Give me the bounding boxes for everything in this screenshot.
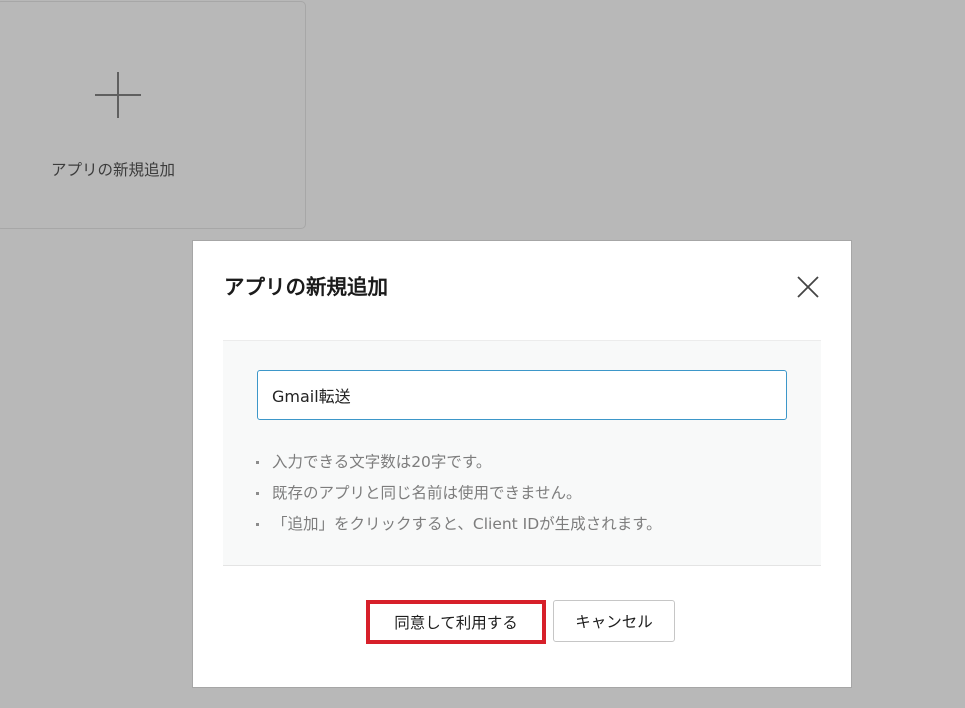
add-app-dialog: アプリの新規追加 入力できる文字数は20字です。 既存のアプリと同じ名前は使用で…: [192, 240, 852, 688]
note-item: 既存のアプリと同じ名前は使用できません。: [253, 481, 662, 512]
app-name-input[interactable]: [257, 370, 787, 420]
add-app-card-label: アプリの新規追加: [51, 161, 176, 179]
note-item: 入力できる文字数は20字です。: [253, 450, 662, 481]
notes-list: 入力できる文字数は20字です。 既存のアプリと同じ名前は使用できません。 「追加…: [253, 450, 662, 543]
agree-and-use-button[interactable]: 同意して利用する: [366, 600, 546, 644]
note-item: 「追加」をクリックすると、Client IDが生成されます。: [253, 512, 662, 543]
dialog-footer: 同意して利用する キャンセル: [193, 600, 851, 646]
dialog-title: アプリの新規追加: [224, 275, 388, 299]
plus-icon: [95, 72, 141, 118]
add-app-card[interactable]: アプリの新規追加: [0, 1, 306, 229]
close-icon[interactable]: [793, 272, 823, 302]
dialog-body: 入力できる文字数は20字です。 既存のアプリと同じ名前は使用できません。 「追加…: [223, 340, 821, 566]
cancel-button[interactable]: キャンセル: [553, 600, 675, 642]
